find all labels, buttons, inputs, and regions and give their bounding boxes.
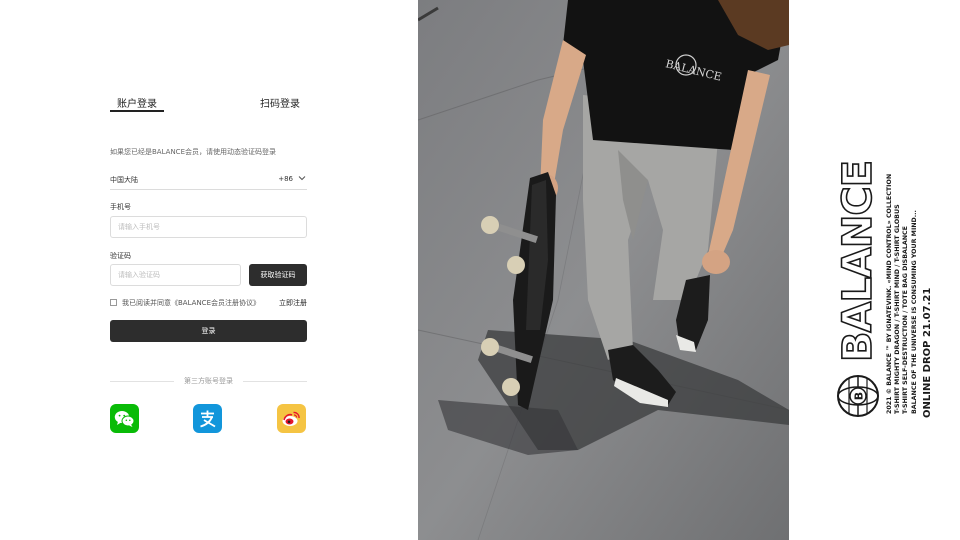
login-hint: 如果您已经是BALANCE会员，请使用动态验证码登录	[110, 148, 276, 156]
divider-line	[243, 381, 307, 382]
get-code-button[interactable]: 获取验证码	[249, 264, 307, 286]
skateboarder-illustration: BALANCE	[418, 0, 789, 540]
active-tab-indicator	[110, 110, 164, 112]
wechat-login-button[interactable]	[110, 404, 139, 433]
weibo-login-button[interactable]	[277, 404, 306, 433]
agreement-row: 我已阅读并同意《BALANCE会员注册协议》 立即注册	[110, 297, 307, 309]
tab-account-login[interactable]: 账户登录	[117, 95, 157, 110]
skateboarder-photo: BALANCE	[418, 0, 789, 540]
phone-label: 手机号	[110, 203, 131, 211]
region-code: +86	[278, 175, 293, 183]
alipay-icon	[200, 410, 216, 428]
phone-input[interactable]	[110, 216, 307, 238]
balance-wordmark: BALANCE	[834, 160, 882, 363]
third-party-divider: 第三方账号登录	[110, 376, 307, 388]
agreement-checkbox[interactable]	[110, 299, 117, 306]
register-link[interactable]: 立即注册	[279, 298, 307, 308]
alipay-login-button[interactable]	[193, 404, 222, 433]
verification-code-input[interactable]	[110, 264, 241, 286]
agreement-text[interactable]: 我已阅读并同意《BALANCE会员注册协议》	[122, 298, 260, 308]
online-drop-date: ONLINE DROP 21.07.21	[922, 287, 933, 418]
login-button[interactable]: 登录	[110, 320, 307, 342]
region-select[interactable]: 中国大陆 +86	[110, 170, 307, 190]
chevron-down-icon	[298, 176, 306, 181]
login-panel: 账户登录 扫码登录 如果您已经是BALANCE会员，请使用动态验证码登录 中国大…	[110, 0, 307, 540]
tab-qr-login[interactable]: 扫码登录	[260, 95, 300, 110]
credit-line: 2021 © BALANCE ™ BY IGNATEVINK. «MIND CO…	[886, 173, 893, 414]
credit-line: T-SHIRT MIGHTY DRAGON / T-SHIRT MIND / T…	[894, 204, 902, 414]
globe-logo-icon: B	[837, 375, 879, 417]
brand-strip: B BALANCE 2021 © BALANCE ™ BY IGNATEVINK…	[789, 0, 960, 540]
weibo-icon	[282, 411, 300, 426]
login-tabs: 账户登录 扫码登录	[110, 95, 307, 113]
wechat-icon	[114, 411, 135, 427]
brand-rotated-block: B BALANCE 2021 © BALANCE ™ BY IGNATEVINK…	[804, 118, 944, 418]
code-label: 验证码	[110, 252, 131, 260]
credit-line: T-SHIRT SELF-DESTRUCTION / TOTE BAG DISB…	[902, 226, 910, 414]
svg-text:B: B	[853, 392, 866, 400]
region-name: 中国大陆	[110, 176, 138, 184]
credit-line: BALANCE OF THE UNIVERSE IS CONSUMING YOU…	[910, 210, 918, 414]
